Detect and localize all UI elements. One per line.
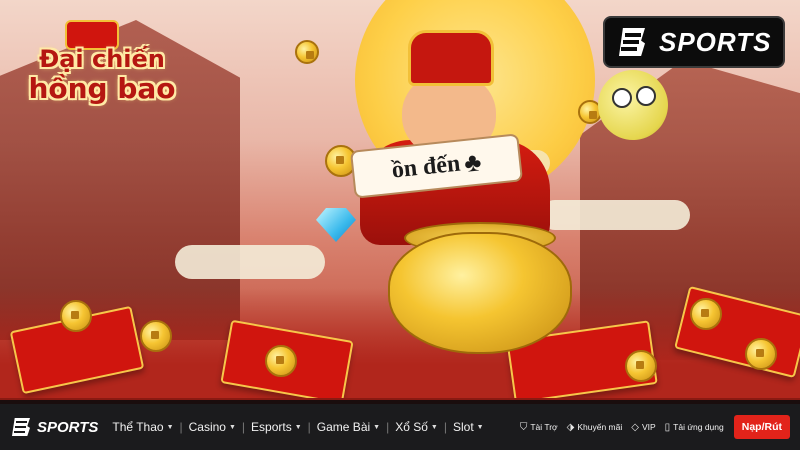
game-title-line1: Đại chiến bbox=[39, 45, 165, 73]
gold-coin bbox=[295, 40, 319, 64]
nav-menu: Thể Thao ▼ | Casino ▼ | Esports ▼ | Game Bà… bbox=[106, 420, 489, 434]
caret-down-icon: ▼ bbox=[294, 423, 302, 431]
gold-coin bbox=[690, 298, 722, 330]
nav-item-the-thao[interactable]: Thể Thao ▼ bbox=[106, 420, 179, 434]
link-download-app[interactable]: ▯ Tải ứng dụng bbox=[665, 422, 724, 433]
nav-item-label: Thể Thao bbox=[112, 420, 164, 434]
shield-icon: ⛉ bbox=[519, 421, 528, 433]
link-promotions[interactable]: ⬗ Khuyến mãi bbox=[567, 422, 623, 433]
promo-banner[interactable]: ồn đến ♣ Đại chiến hồng bao SPORTS bbox=[0, 0, 800, 400]
gold-coin bbox=[60, 300, 92, 332]
caret-down-icon: ▼ bbox=[373, 423, 381, 431]
nav-item-label: Esports bbox=[251, 420, 292, 434]
cloud bbox=[540, 200, 690, 230]
nav-item-label: Slot bbox=[452, 420, 474, 434]
nav-item-label: Game Bài bbox=[316, 420, 371, 434]
treasure-pot bbox=[388, 232, 572, 354]
god-of-wealth-hat bbox=[408, 30, 494, 86]
caret-down-icon: ▼ bbox=[228, 423, 236, 431]
brand-b-logo-icon bbox=[12, 417, 34, 437]
scroll-text: ồn đến bbox=[390, 150, 462, 184]
nav-item-casino[interactable]: Casino ▼ bbox=[183, 420, 242, 434]
chick-eye bbox=[636, 86, 656, 106]
game-title-line2: hồng bao bbox=[28, 72, 176, 105]
brand-logo-badge: SPORTS bbox=[603, 16, 785, 68]
diamond-icon bbox=[316, 208, 356, 242]
gold-coin bbox=[625, 350, 657, 382]
nav-item-xo-so[interactable]: Xổ Số ▼ bbox=[389, 420, 444, 434]
phone-icon: ▯ bbox=[664, 421, 671, 433]
brand-logo-text: SPORTS bbox=[659, 26, 772, 57]
deposit-withdraw-button[interactable]: Nạp/Rút bbox=[733, 415, 790, 439]
caret-down-icon: ▼ bbox=[166, 423, 174, 431]
link-vip[interactable]: ◇ VIP bbox=[631, 422, 655, 433]
nav-item-label: Casino bbox=[188, 420, 226, 434]
gold-coin bbox=[745, 338, 777, 370]
link-label: VIP bbox=[641, 422, 656, 432]
cloud bbox=[175, 245, 325, 279]
link-label: Tải ứng dụng bbox=[673, 422, 724, 432]
link-sponsor[interactable]: ⛉ Tài Trợ bbox=[520, 422, 558, 433]
nav-home-logo[interactable]: SPORTS bbox=[12, 417, 98, 437]
link-label: Tài Trợ bbox=[530, 422, 558, 432]
caret-down-icon: ▼ bbox=[476, 423, 484, 431]
game-title: Đại chiến hồng bao bbox=[22, 44, 182, 104]
nav-logo-text: SPORTS bbox=[37, 418, 99, 436]
caret-down-icon: ▼ bbox=[430, 423, 438, 431]
gold-coin bbox=[140, 320, 172, 352]
nav-right-links: ⛉ Tài Trợ ⬗ Khuyến mãi ◇ VIP ▯ Tải ứng d… bbox=[511, 415, 790, 439]
nav-item-esports[interactable]: Esports ▼ bbox=[245, 420, 308, 434]
nav-item-game-bai[interactable]: Game Bài ▼ bbox=[311, 420, 386, 434]
main-navbar: SPORTS Thể Thao ▼ | Casino ▼ | Esports ▼ | … bbox=[0, 404, 800, 450]
tag-icon: ⬗ bbox=[566, 421, 575, 433]
nav-item-label: Xổ Số bbox=[395, 420, 428, 434]
gold-coin bbox=[265, 345, 297, 377]
club-suit-icon: ♣ bbox=[462, 145, 483, 178]
diamond-icon: ◇ bbox=[631, 421, 639, 433]
nav-item-slot[interactable]: Slot ▼ bbox=[447, 420, 490, 434]
chick-eye bbox=[612, 88, 632, 108]
chick-mascot bbox=[598, 70, 668, 140]
link-label: Khuyến mãi bbox=[577, 422, 623, 432]
brand-b-logo-icon bbox=[619, 26, 653, 58]
